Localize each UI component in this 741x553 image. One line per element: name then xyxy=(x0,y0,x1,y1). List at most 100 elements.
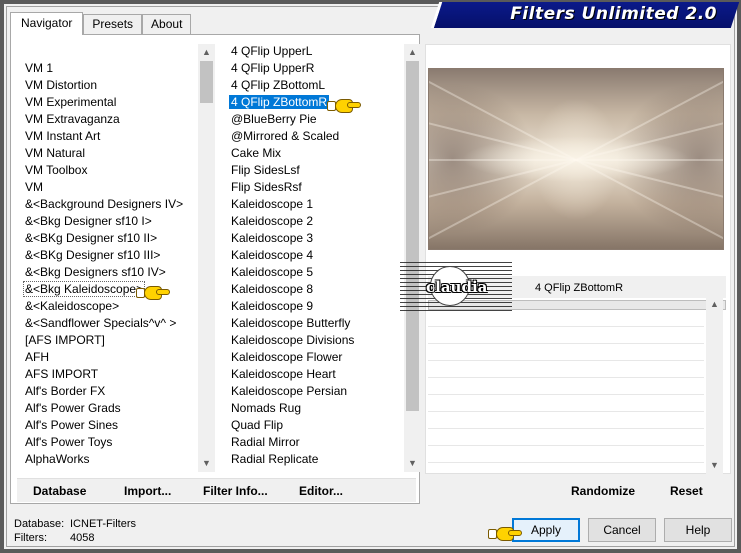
category-item[interactable]: VM Extravaganza xyxy=(12,111,200,128)
category-item[interactable]: VM xyxy=(12,179,200,196)
filter-item-label: Kaleidoscope 8 xyxy=(231,282,314,296)
filter-item[interactable]: 4 QFlip ZBottomL xyxy=(222,77,404,94)
category-item[interactable]: &<Bkg Kaleidoscope> xyxy=(12,281,200,298)
filter-item[interactable]: Kaleidoscope Heart xyxy=(222,366,404,383)
category-item[interactable]: AFS IMPORT xyxy=(12,366,200,383)
category-item[interactable]: VM 1 xyxy=(12,60,200,77)
filter-item[interactable]: 4 QFlip UpperR xyxy=(222,60,404,77)
filter-item-label: Kaleidoscope Divisions xyxy=(231,333,355,347)
tab-navigator[interactable]: Navigator xyxy=(10,12,84,35)
filter-item[interactable]: Kaleidoscope Divisions xyxy=(222,332,404,349)
category-item-label: &<BKg Designer sf10 III> xyxy=(25,248,161,262)
category-item[interactable]: Alf's Power Grads xyxy=(12,400,200,417)
category-item-label: VM Natural xyxy=(25,146,86,160)
filter-item[interactable]: Radial Replicate xyxy=(222,451,404,468)
apply-button[interactable]: Apply xyxy=(512,518,580,542)
filter-item-label: Flip SidesLsf xyxy=(231,163,300,177)
filter-item-label: 4 QFlip ZBottomL xyxy=(231,78,326,92)
filter-item-label: Kaleidoscope 5 xyxy=(231,265,314,279)
filter-item[interactable]: Kaleidoscope 8 xyxy=(222,281,404,298)
category-item[interactable]: VM Natural xyxy=(12,145,200,162)
scroll-up-icon[interactable]: ▲ xyxy=(404,44,421,61)
filter-item-label: Radial Mirror xyxy=(231,435,300,449)
category-item[interactable]: Alf's Power Sines xyxy=(12,417,200,434)
category-item[interactable]: &<Kaleidoscope> xyxy=(12,298,200,315)
category-list-scrollbar[interactable]: ▲ ▼ xyxy=(198,44,215,472)
tab-about[interactable]: About xyxy=(142,14,192,34)
tab-presets[interactable]: Presets xyxy=(83,14,143,34)
filter-info-button[interactable]: Filter Info... xyxy=(203,484,268,498)
database-button[interactable]: Database xyxy=(33,484,86,498)
parameters-scrollbar[interactable]: ▲ ▼ xyxy=(706,296,723,474)
filter-item[interactable]: Kaleidoscope 4 xyxy=(222,247,404,264)
category-item[interactable]: &<Sandflower Specials^v^ > xyxy=(12,315,200,332)
filter-list-scrollbar[interactable]: ▲ ▼ xyxy=(404,44,421,472)
filter-item[interactable]: Kaleidoscope Butterfly xyxy=(222,315,404,332)
filter-item[interactable]: Radial Mirror xyxy=(222,434,404,451)
filter-item[interactable]: Kaleidoscope 1 xyxy=(222,196,404,213)
filter-item[interactable]: Flip SidesLsf xyxy=(222,162,404,179)
filter-item-label: @BlueBerry Pie xyxy=(231,112,317,126)
filter-item[interactable]: Cake Mix xyxy=(222,145,404,162)
category-item[interactable]: VM Distortion xyxy=(12,77,200,94)
filter-item[interactable]: Quad Flip xyxy=(222,417,404,434)
filter-item[interactable]: Kaleidoscope 5 xyxy=(222,264,404,281)
filter-item-label: Kaleidoscope Heart xyxy=(231,367,336,381)
filter-item-label: Cake Mix xyxy=(231,146,282,160)
import-button[interactable]: Import... xyxy=(124,484,171,498)
filter-item[interactable]: Nomads Rug xyxy=(222,400,404,417)
randomize-button[interactable]: Randomize xyxy=(571,484,635,498)
category-list[interactable]: VM 1 VM Distortion VM Experimental VM Extra… xyxy=(12,44,200,472)
filter-item[interactable]: Kaleidoscope Persian xyxy=(222,383,404,400)
filter-item[interactable]: @BlueBerry Pie xyxy=(222,111,404,128)
filter-item[interactable]: Kaleidoscope 2 xyxy=(222,213,404,230)
scroll-down-icon[interactable]: ▼ xyxy=(198,455,215,472)
filter-item-label: Flip SidesRsf xyxy=(231,180,302,194)
scroll-up-icon[interactable]: ▲ xyxy=(198,44,215,61)
category-item[interactable]: [AFS IMPORT] xyxy=(12,332,200,349)
category-item[interactable]: &<Background Designers IV> xyxy=(12,196,200,213)
hand-finger xyxy=(508,530,522,536)
reset-button[interactable]: Reset xyxy=(670,484,703,498)
filter-item[interactable]: Kaleidoscope 3 xyxy=(222,230,404,247)
category-item[interactable]: &<BKg Designer sf10 II> xyxy=(12,230,200,247)
category-item[interactable]: &<Bkg Designer sf10 I> xyxy=(12,213,200,230)
category-item[interactable]: VM Toolbox xyxy=(12,162,200,179)
category-item[interactable]: Alf's Border FX xyxy=(12,383,200,400)
filter-item[interactable]: Kaleidoscope Flower xyxy=(222,349,404,366)
category-item-label: VM Instant Art xyxy=(25,129,101,143)
editor-button[interactable]: Editor... xyxy=(299,484,343,498)
category-item-label: Alf's Power Grads xyxy=(25,401,121,415)
preview-ray xyxy=(429,69,577,161)
category-item-label: AlphaWorks xyxy=(25,452,90,466)
filters-count-value: 4058 xyxy=(70,532,95,544)
help-button[interactable]: Help xyxy=(664,518,732,542)
category-item[interactable]: AlphaWorks xyxy=(12,451,200,468)
filter-item[interactable]: @Mirrored & Scaled xyxy=(222,128,404,145)
scrollbar-thumb[interactable] xyxy=(200,61,213,103)
parameter-row xyxy=(428,412,704,429)
scroll-down-icon[interactable]: ▼ xyxy=(404,455,421,472)
category-item-label: &<BKg Designer sf10 II> xyxy=(25,231,158,245)
category-item-label: VM Experimental xyxy=(25,95,117,109)
scroll-down-icon[interactable]: ▼ xyxy=(706,457,723,474)
filter-item[interactable]: 4 QFlip ZBottomR xyxy=(222,94,404,111)
filter-item-label: Kaleidoscope 2 xyxy=(231,214,314,228)
category-item-label: &<Bkg Designer sf10 I> xyxy=(25,214,152,228)
filter-item[interactable]: Flip SidesRsf xyxy=(222,179,404,196)
filter-item[interactable]: 4 QFlip UpperL xyxy=(222,44,404,60)
filter-list[interactable]: 4 QFlip UpperL 4 QFlip UpperR 4 QFlip ZBot… xyxy=(222,44,404,472)
category-item[interactable]: AFH xyxy=(12,349,200,366)
filter-item-label: Kaleidoscope 9 xyxy=(231,299,314,313)
category-item-label: VM Extravaganza xyxy=(25,112,120,126)
category-item[interactable]: VM Instant Art xyxy=(12,128,200,145)
category-item[interactable]: Alf's Power Toys xyxy=(12,434,200,451)
filter-item[interactable]: Kaleidoscope 9 xyxy=(222,298,404,315)
category-item[interactable]: &<BKg Designer sf10 III> xyxy=(12,247,200,264)
scrollbar-thumb[interactable] xyxy=(406,61,419,411)
category-item[interactable]: &<Bkg Designers sf10 IV> xyxy=(12,264,200,281)
category-item[interactable]: VM Experimental xyxy=(12,94,200,111)
scroll-up-icon[interactable]: ▲ xyxy=(706,296,723,313)
cancel-button[interactable]: Cancel xyxy=(588,518,656,542)
category-item-label: &<Sandflower Specials^v^ > xyxy=(25,316,177,330)
